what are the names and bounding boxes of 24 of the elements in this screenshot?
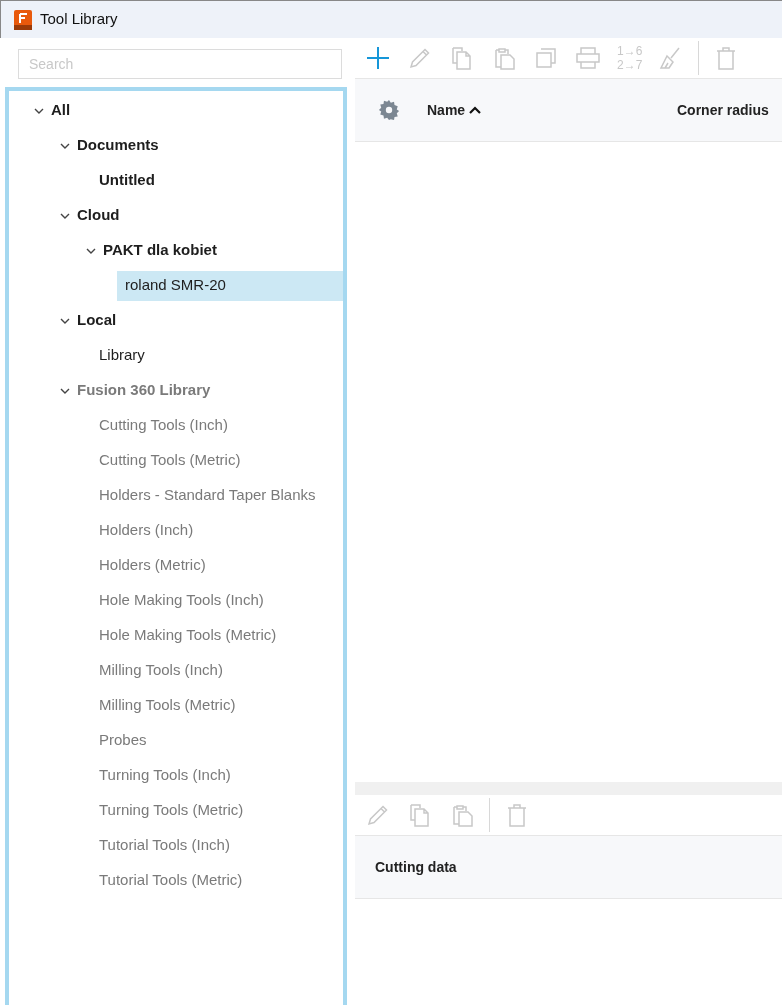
window-title: Tool Library <box>40 9 118 30</box>
trash-icon <box>506 802 528 828</box>
tree-item[interactable]: Cloud <box>73 200 343 231</box>
copy-icon <box>408 802 432 828</box>
caret-up-icon <box>469 106 482 114</box>
tree-item[interactable]: roland SMR-20 <box>117 270 343 301</box>
tree-item[interactable]: Documents <box>73 130 343 161</box>
copy-icon <box>450 45 474 71</box>
tree-item[interactable]: Local <box>73 305 343 336</box>
app-logo-icon <box>14 9 32 30</box>
tree-item[interactable]: PAKT dla kobiet <box>99 235 343 266</box>
tree-item[interactable]: All <box>47 95 343 126</box>
tree-item[interactable]: Untitled <box>91 165 343 196</box>
column-header[interactable]: Corner radius <box>677 99 769 121</box>
column-header[interactable]: Name <box>427 99 677 121</box>
gear-icon[interactable] <box>378 99 400 121</box>
trash-icon <box>715 45 738 71</box>
duplicate-icon <box>534 46 558 70</box>
pencil-icon <box>366 803 390 827</box>
tree-item[interactable]: Library <box>91 340 343 371</box>
stacked-trays-icon <box>575 45 601 71</box>
pencil-icon <box>408 46 432 70</box>
section-header: Cutting data <box>355 836 782 899</box>
plus-icon <box>365 45 391 71</box>
